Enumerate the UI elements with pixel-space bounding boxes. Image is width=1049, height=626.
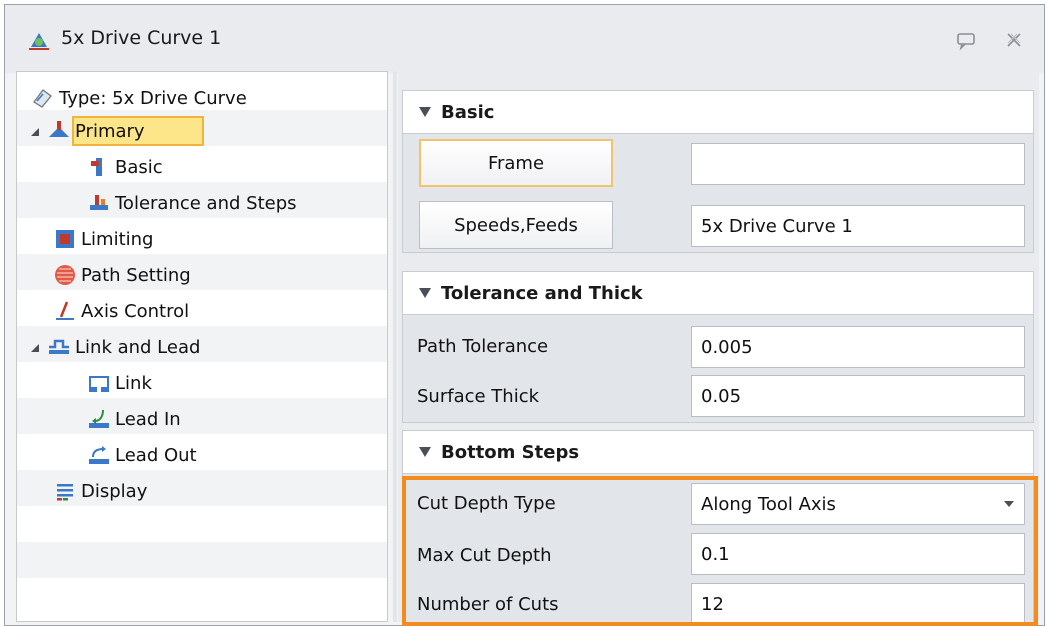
speeds-feeds-button[interactable]: Speeds,Feeds — [419, 201, 613, 249]
tree-item-display[interactable]: Display — [53, 475, 147, 507]
tree-row-stripe — [17, 542, 387, 578]
window-title: 5x Drive Curve 1 — [61, 27, 222, 49]
surface-thick-input[interactable]: 0.05 — [691, 375, 1025, 417]
lead-out-icon — [89, 446, 109, 464]
collapse-arrow-icon[interactable] — [29, 126, 41, 138]
tree-item-label: Tolerance and Steps — [115, 192, 297, 214]
tree-item-label: Link and Lead — [75, 336, 201, 358]
pin-icon[interactable] — [955, 29, 977, 51]
cut-depth-type-select[interactable]: Along Tool Axis — [691, 483, 1025, 525]
section-header-basic[interactable]: Basic — [402, 90, 1034, 134]
path-tolerance-input[interactable]: 0.005 — [691, 326, 1025, 368]
tree-item-primary[interactable]: Primary — [47, 115, 145, 147]
collapse-triangle-icon — [419, 107, 431, 117]
title-bar: 5x Drive Curve 1 — [5, 5, 1044, 73]
tree-item-path-setting[interactable]: Path Setting — [53, 259, 191, 291]
display-icon — [57, 484, 73, 501]
tree-row-stripe — [17, 398, 387, 434]
tree-item-axis-control[interactable]: Axis Control — [53, 295, 189, 327]
tolerance-steps-icon — [90, 195, 108, 210]
tree-item-lead-out[interactable]: Lead Out — [87, 439, 197, 471]
tree-item-label: Lead Out — [115, 444, 197, 466]
collapse-triangle-icon — [419, 447, 431, 457]
navigation-tree: Type: 5x Drive Curve Primary Basic Toler… — [16, 71, 388, 622]
frame-field[interactable] — [691, 143, 1025, 185]
path-setting-icon — [55, 265, 75, 285]
tree-item-label: Path Setting — [81, 264, 191, 286]
tree-item-lead-in[interactable]: Lead In — [87, 403, 181, 435]
type-icon — [33, 89, 52, 108]
panel-splitter[interactable] — [393, 71, 397, 622]
collapse-arrow-icon[interactable] — [29, 342, 41, 354]
tree-item-type[interactable]: Type: 5x Drive Curve — [31, 82, 247, 114]
tree-item-label: Limiting — [81, 228, 154, 250]
surface-thick-label: Surface Thick — [417, 386, 540, 407]
cut-depth-type-label: Cut Depth Type — [417, 493, 556, 514]
section-title: Bottom Steps — [441, 441, 580, 463]
close-icon[interactable] — [1003, 29, 1025, 51]
lead-in-icon — [89, 409, 109, 428]
tree-item-label: Axis Control — [81, 300, 190, 322]
max-cut-depth-label: Max Cut Depth — [417, 545, 552, 566]
limiting-icon — [56, 230, 74, 248]
frame-button[interactable]: Frame — [419, 139, 613, 187]
axis-control-icon — [56, 301, 74, 320]
drive-curve-app-icon — [29, 33, 49, 50]
cut-depth-type-value: Along Tool Axis — [701, 493, 836, 515]
collapse-triangle-icon — [419, 288, 431, 298]
max-cut-depth-input[interactable]: 0.1 — [691, 533, 1025, 575]
speeds-feeds-field[interactable]: 5x Drive Curve 1 — [691, 205, 1025, 247]
basic-icon — [91, 158, 102, 176]
number-of-cuts-label: Number of Cuts — [417, 594, 559, 615]
tree-item-link[interactable]: Link — [87, 367, 152, 399]
section-title: Tolerance and Thick — [441, 282, 643, 304]
link-icon — [89, 376, 109, 392]
primary-icon — [49, 121, 69, 137]
tree-item-tolerance-and-steps[interactable]: Tolerance and Steps — [87, 187, 297, 219]
path-tolerance-label: Path Tolerance — [417, 336, 549, 357]
tree-item-label: Link — [115, 372, 152, 394]
section-title: Basic — [441, 101, 495, 123]
section-header-bottom-steps[interactable]: Bottom Steps — [402, 430, 1034, 474]
section-header-tolerance[interactable]: Tolerance and Thick — [402, 271, 1034, 315]
dropdown-arrow-icon — [1004, 501, 1014, 507]
number-of-cuts-input[interactable]: 12 — [691, 583, 1025, 625]
tree-item-basic[interactable]: Basic — [87, 151, 163, 183]
tree-item-label: Display — [81, 480, 148, 502]
tree-item-label: Lead In — [115, 408, 181, 430]
tree-type-label: Type: 5x Drive Curve — [59, 87, 247, 109]
tree-item-limiting[interactable]: Limiting — [53, 223, 153, 255]
tree-item-label: Primary — [75, 120, 145, 142]
tree-item-label: Basic — [115, 156, 163, 178]
tree-item-link-and-lead[interactable]: Link and Lead — [47, 331, 200, 363]
link-lead-icon — [49, 339, 69, 354]
